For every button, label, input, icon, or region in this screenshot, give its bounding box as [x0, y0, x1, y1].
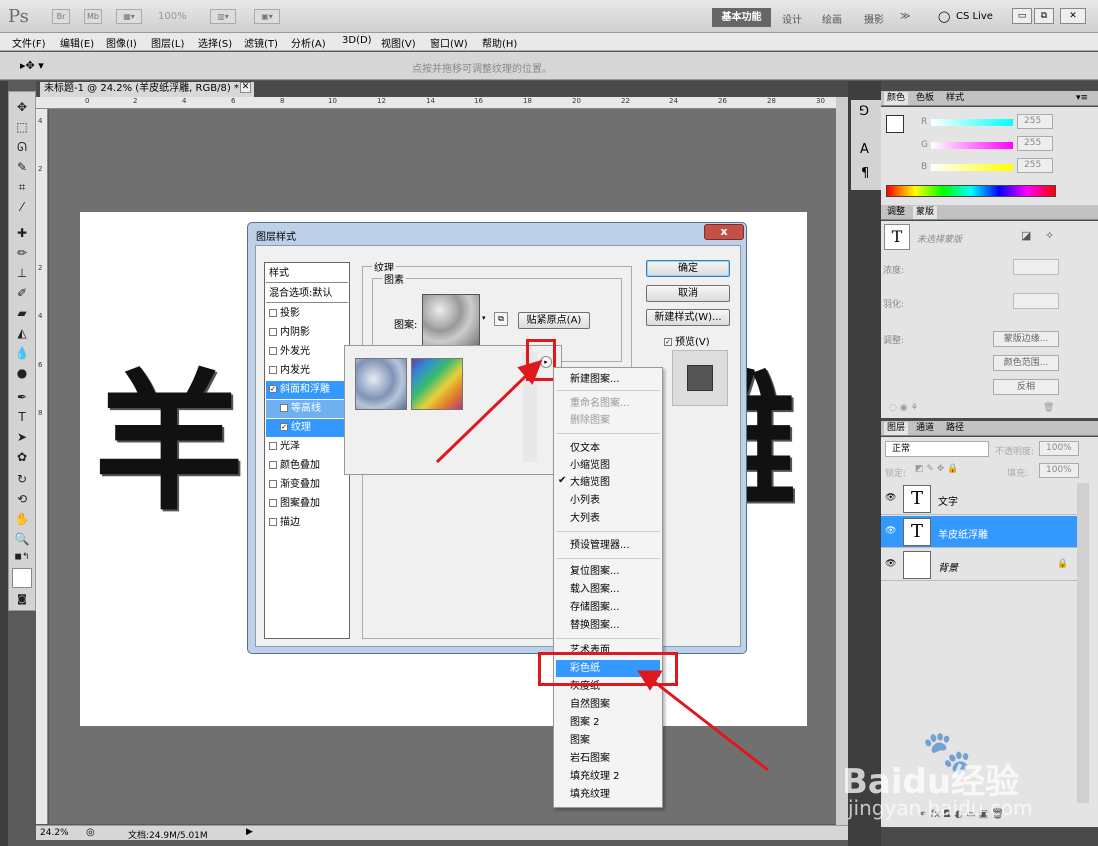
watermark: 🐾 Baidu经验 jingyan.baidu.com: [842, 729, 1082, 822]
annotation-arrows: [435, 359, 769, 772]
watermark-url: jingyan.baidu.com: [848, 796, 1033, 820]
arrow-to-menu-button: [435, 370, 532, 464]
arrow-to-color-paper: [651, 678, 769, 772]
